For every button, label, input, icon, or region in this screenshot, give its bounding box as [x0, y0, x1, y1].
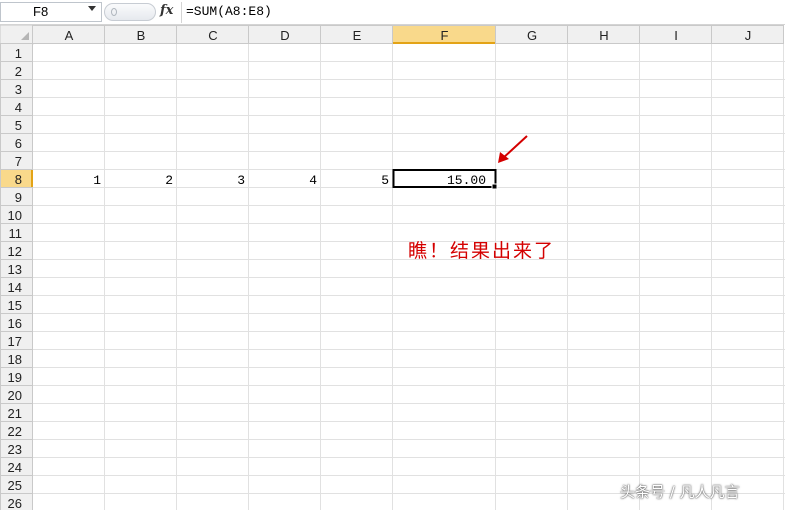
column-header-label: B	[137, 28, 146, 43]
row-header-label: 6	[15, 136, 22, 151]
formula-bar: F8 fx =SUM(A8:E8)	[0, 0, 785, 25]
cell-e8[interactable]: 5	[381, 173, 389, 188]
column-header-label: J	[745, 28, 752, 43]
row-header-label: 17	[8, 334, 22, 349]
name-box-dropdown-icon[interactable]	[88, 6, 96, 11]
row-header-label: 26	[8, 496, 22, 510]
row-header-label: 19	[8, 370, 22, 385]
cell-c8[interactable]: 3	[237, 173, 245, 188]
row-header-label: 5	[15, 118, 22, 133]
cell-d8[interactable]: 4	[309, 173, 317, 188]
row-header-label: 14	[8, 280, 22, 295]
row-header-label: 13	[8, 262, 22, 277]
row-header-label: 8	[15, 172, 22, 187]
row-header-label: 11	[9, 226, 23, 241]
row-header-label: 3	[15, 82, 22, 97]
column-header-label: D	[280, 28, 289, 43]
column-header-label: H	[599, 28, 608, 43]
row-header-label: 21	[8, 406, 22, 421]
row-header-label: 7	[15, 154, 22, 169]
splitter-grip-icon	[111, 8, 117, 16]
red-arrow-icon	[501, 135, 528, 160]
formula-input[interactable]: =SUM(A8:E8)	[186, 4, 272, 19]
spreadsheet-grid[interactable]: A B C D E F G H I J123456789101112131415161718192…	[0, 25, 785, 510]
fill-handle[interactable]	[491, 183, 498, 190]
row-header-label: 9	[15, 190, 22, 205]
column-header-label: C	[208, 28, 217, 43]
row-header-label: 20	[8, 388, 22, 403]
column-header-label: A	[65, 28, 74, 43]
annotation-text: 瞧！结果出来了	[408, 240, 556, 262]
row-header-label: 12	[8, 244, 22, 259]
row-header-label: 23	[8, 442, 22, 457]
name-box[interactable]: F8	[0, 2, 102, 22]
row-header-label: 16	[8, 316, 22, 331]
cell-a8[interactable]: 1	[93, 173, 101, 188]
formula-bar-splitter[interactable]	[104, 3, 156, 21]
cell-b8[interactable]: 2	[165, 173, 173, 188]
column-header-label: F	[441, 28, 449, 43]
formula-bar-divider	[181, 2, 182, 23]
row-header-label: 1	[15, 46, 22, 61]
row-header-label: 22	[8, 424, 22, 439]
row-header-label: 25	[8, 478, 22, 493]
column-header-label: E	[353, 28, 362, 43]
row-header-label: 10	[8, 208, 22, 223]
cell-f8[interactable]: 15.00	[447, 173, 486, 188]
row-header-label: 15	[8, 298, 22, 313]
column-header-label: G	[527, 28, 537, 43]
row-header-label: 18	[8, 352, 22, 367]
watermark: 头条号 / 凡人凡言	[620, 483, 740, 501]
column-header-label: I	[674, 28, 678, 43]
fx-icon[interactable]: fx	[160, 3, 173, 18]
row-header-label: 2	[15, 64, 22, 79]
row-header-label: 4	[15, 100, 22, 115]
row-header-label: 24	[8, 460, 22, 475]
